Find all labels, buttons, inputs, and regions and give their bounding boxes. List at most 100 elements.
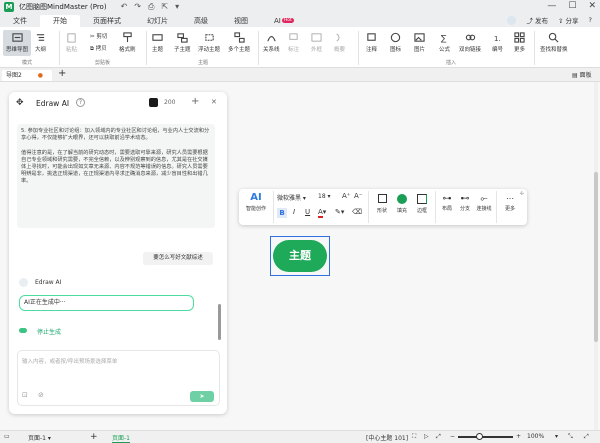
ai-icon: AI [250, 192, 262, 203]
pin-icon[interactable]: ✢ [520, 191, 524, 197]
attach-icon[interactable]: ⊘ [38, 391, 44, 399]
bidirectional-link-button[interactable]: 双向链接 [459, 32, 481, 53]
paste-button[interactable]: 粘贴 [66, 32, 77, 53]
image-button[interactable]: 图片 [414, 32, 425, 53]
chat-scrollbar[interactable] [218, 304, 221, 340]
increase-font-icon[interactable]: A⁺ [342, 192, 350, 200]
font-family-select[interactable]: 微软雅黑 ▾ [277, 193, 315, 203]
menu-ai[interactable]: AI Hot [261, 15, 307, 27]
fit-page-icon[interactable]: ⤡ [568, 433, 573, 441]
format-painter-button[interactable]: 格式刷 [119, 32, 136, 53]
branch-button[interactable]: ⊷ 分支 [455, 194, 475, 212]
connector-button[interactable]: ⟜ 连接线 [473, 194, 495, 212]
vertical-scrollbar[interactable] [594, 82, 598, 430]
layout-button[interactable]: ⊶ 布局 [437, 194, 457, 212]
panel-toggle-button[interactable]: ▤ 面板 [572, 70, 592, 79]
menu-slides[interactable]: 幻灯片 [134, 15, 181, 27]
menu-page-style[interactable]: 页面样式 [80, 15, 134, 27]
callout-button[interactable]: 标注 [288, 32, 299, 53]
zoom-level[interactable]: 100% [527, 433, 544, 440]
menu-view[interactable]: 视图 [221, 15, 261, 27]
menu-file[interactable]: 文件 [0, 15, 40, 27]
border-button[interactable]: 边框 [412, 194, 432, 214]
underline-button[interactable]: U [305, 208, 310, 216]
close-icon[interactable]: ✕ [588, 1, 596, 11]
new-chat-button[interactable]: + [191, 96, 199, 107]
svg-text:1.: 1. [494, 34, 501, 43]
emoji-icon [390, 32, 401, 43]
outline-mode-button[interactable]: 大纲 [35, 32, 46, 53]
minimize-icon[interactable]: — [547, 1, 556, 11]
fullscreen-icon[interactable]: ⤢ [436, 433, 441, 441]
frame-button[interactable]: 外框 [311, 32, 322, 53]
add-tab-button[interactable]: + [58, 68, 66, 79]
page-selector[interactable]: 页面-1 ▾ [28, 433, 51, 442]
help-button[interactable]: ? [589, 16, 592, 24]
more-toolbar-button[interactable]: ⋯ 更多 [500, 194, 520, 212]
ai-create-button[interactable]: AI 智能创作 [243, 192, 269, 212]
formula-button[interactable]: ∑ 公式 [439, 32, 450, 53]
summary-icon [336, 33, 340, 42]
clear-format-icon[interactable]: ⌫ [352, 208, 362, 216]
maximize-icon[interactable]: ☐ [568, 1, 576, 11]
shape-button[interactable]: 形状 [372, 194, 392, 214]
summary-button[interactable]: 概要 [334, 32, 345, 53]
tab-document[interactable]: 导图2 ● [2, 70, 52, 81]
cut-button[interactable]: ✂ 剪切 [90, 32, 107, 40]
avatar[interactable] [507, 15, 517, 25]
customize-icon[interactable]: ▾ [175, 2, 179, 12]
credits-icon [149, 98, 158, 107]
text-color-button[interactable]: A▾ [318, 208, 326, 218]
image-upload-icon[interactable]: ⊡ [22, 391, 28, 399]
page-tab[interactable]: 页面-1 [112, 433, 130, 443]
sidebar-toggle-icon[interactable]: ▭ [4, 433, 10, 440]
add-page-button[interactable]: + [90, 432, 98, 442]
ai-response-message: 5. 参加专业社区和讨论组：加入领域内的专业社区和讨论组，与业内人士交流和分享心… [17, 124, 215, 228]
stop-generating-button[interactable]: 停止生成 [37, 327, 61, 336]
bot-name: Edraw AI [35, 279, 62, 286]
highlight-icon[interactable]: ✎▾ [335, 208, 344, 216]
zoom-out-button[interactable]: − [450, 433, 455, 440]
numbering-button[interactable]: 1. 编号 [492, 32, 503, 53]
float-topic-button[interactable]: 浮动主题 [198, 32, 220, 53]
redo-icon[interactable]: ↷ [134, 2, 141, 12]
presentation-icon[interactable]: ▷ [424, 433, 429, 440]
zoom-slider[interactable] [458, 433, 513, 440]
fit-icon[interactable]: ⛶ [412, 433, 416, 441]
export-icon[interactable]: ⇱ [161, 2, 168, 12]
comment-button[interactable]: 注释 [366, 32, 377, 53]
more-insert-button[interactable]: 更多 [514, 32, 525, 53]
help-icon[interactable]: ? [76, 98, 85, 107]
font-size-select[interactable]: 18 ▾ [318, 193, 338, 203]
close-panel-button[interactable]: ✕ [211, 98, 217, 106]
relation-button[interactable]: 关系线 [263, 32, 280, 53]
central-topic[interactable]: 主题 [273, 240, 327, 272]
zoom-dropdown-icon[interactable]: ▾ [555, 433, 558, 440]
menu-start[interactable]: 开始 [40, 15, 80, 27]
italic-button[interactable]: I [293, 208, 295, 216]
zoom-in-button[interactable]: + [516, 433, 521, 440]
menu-advanced[interactable]: 高级 [181, 15, 221, 27]
chat-input-box[interactable]: 输入内容，或者按/呼出预场景选择菜单 ⊡ ⊘ ➤ [17, 350, 220, 406]
multi-topic-button[interactable]: 多个主题 [228, 32, 250, 53]
share-button[interactable]: ⇪ 分享 [558, 15, 579, 25]
decrease-font-icon[interactable]: A⁻ [354, 192, 362, 200]
bold-button[interactable]: B [277, 208, 287, 218]
send-button[interactable]: ➤ [190, 391, 214, 402]
sub-topic-button[interactable]: 子主题 [174, 32, 191, 53]
main-topic-button[interactable]: 主题 [152, 32, 163, 53]
icon-button[interactable]: 图标 [390, 32, 401, 53]
app-logo: M [4, 2, 14, 12]
find-replace-button[interactable]: 查找和替换 [540, 32, 568, 53]
document-tab-bar: 导图2 ● + ▤ 面板 [0, 68, 600, 82]
mindmap-mode-button[interactable]: 思维导图 [3, 30, 31, 56]
publish-button[interactable]: ⤴ 发布 [526, 15, 548, 25]
print-icon[interactable]: ⎙ [148, 2, 154, 12]
hot-badge: Hot [281, 18, 294, 23]
undo-icon[interactable]: ↶ [121, 2, 128, 12]
fill-button[interactable]: 填充 [392, 194, 412, 214]
title-bar: M 亿图脑图MindMaster (Pro) ↶ ↷ ⎙ ⇱ ▾ — ☐ ✕ [0, 0, 600, 14]
copy-button[interactable]: ⧉ 拷贝 [90, 44, 107, 53]
drag-handle-icon[interactable]: ✥ [16, 98, 24, 108]
expand-icon[interactable]: ⤢ [584, 433, 589, 441]
